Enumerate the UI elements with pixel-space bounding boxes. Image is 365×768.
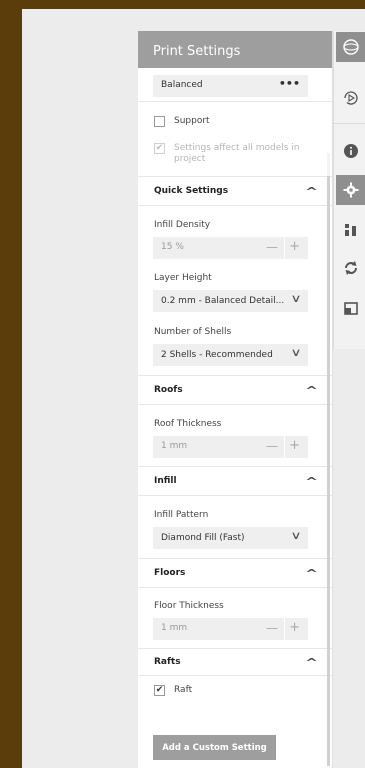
chevron-down-icon: ∨ [290, 346, 302, 359]
chevron-up-icon[interactable]: ^ [305, 567, 318, 580]
preset-row: Balanced ••• [138, 68, 332, 102]
gear-icon[interactable] [336, 175, 365, 205]
layer-height-label: Layer Height [154, 273, 212, 283]
section-title: Infill [154, 476, 177, 486]
infill-pattern-select[interactable]: Diamond Fill (Fast) ∨ [153, 527, 308, 549]
floor-thickness-label: Floor Thickness [154, 601, 224, 611]
info-icon[interactable] [336, 136, 365, 166]
raft-checkbox-row[interactable]: ✔ Raft [138, 685, 332, 696]
app-window: Print Settings Balanced ••• Support ✔ Se… [22, 9, 365, 768]
stepper-divider [284, 618, 285, 640]
stepper-divider [284, 237, 285, 259]
affect-all-checkbox: ✔ [154, 143, 165, 154]
minus-icon[interactable]: — [266, 621, 278, 635]
shells-value: 2 Shells - Recommended [161, 350, 273, 360]
roof-thickness-label: Roof Thickness [154, 419, 222, 429]
toolbar-divider [334, 123, 365, 124]
chevron-down-icon: ∨ [290, 529, 302, 542]
raft-label: Raft [174, 685, 193, 695]
section-rafts[interactable]: Rafts ^ [138, 648, 332, 676]
add-custom-setting-button[interactable]: Add a Custom Setting [153, 735, 276, 760]
layer-height-select[interactable]: 0.2 mm - Balanced Detail... ∨ [153, 290, 308, 312]
infill-density-stepper[interactable]: 15 % — + [153, 237, 308, 259]
globe-icon[interactable] [336, 32, 365, 62]
floor-thickness-value[interactable]: 1 mm [161, 623, 187, 633]
scale-icon[interactable] [336, 293, 365, 323]
affect-all-label: Settings affect all models in project [174, 143, 300, 165]
infill-density-label: Infill Density [154, 220, 211, 230]
layers-icon[interactable] [336, 215, 365, 245]
more-icon[interactable]: ••• [279, 77, 300, 90]
preset-dropdown[interactable]: Balanced ••• [153, 75, 308, 97]
affect-all-checkbox-row: ✔ Settings affect all models in project [138, 143, 332, 165]
chevron-up-icon[interactable]: ^ [305, 185, 318, 198]
preset-label: Balanced [161, 80, 203, 90]
support-checkbox[interactable] [154, 116, 165, 127]
minus-icon[interactable]: — [266, 439, 278, 453]
plus-icon[interactable]: + [289, 239, 300, 254]
section-infill[interactable]: Infill ^ [138, 466, 332, 496]
infill-density-value[interactable]: 15 % [161, 242, 184, 252]
section-quick-settings[interactable]: Quick Settings ^ [138, 176, 332, 206]
section-roofs[interactable]: Roofs ^ [138, 375, 332, 405]
roof-thickness-value[interactable]: 1 mm [161, 441, 187, 451]
chevron-up-icon[interactable]: ^ [305, 656, 318, 669]
section-title: Quick Settings [154, 186, 229, 196]
raft-checkbox[interactable]: ✔ [154, 685, 165, 696]
section-title: Roofs [154, 385, 183, 395]
plus-icon[interactable]: + [289, 438, 300, 453]
infill-pattern-value: Diamond Fill (Fast) [161, 533, 245, 543]
scrollbar-thumb[interactable] [327, 176, 330, 766]
section-floors[interactable]: Floors ^ [138, 558, 332, 588]
affect-all-label-line1: Settings affect all models in [174, 143, 300, 153]
support-label: Support [174, 116, 210, 126]
stepper-divider [284, 436, 285, 458]
chevron-down-icon: ∨ [290, 292, 302, 305]
section-title: Rafts [154, 657, 181, 667]
rotate-icon[interactable] [336, 253, 365, 283]
infill-pattern-label: Infill Pattern [154, 510, 209, 520]
section-title: Floors [154, 568, 186, 578]
floor-thickness-stepper[interactable]: 1 mm — + [153, 618, 308, 640]
support-checkbox-row[interactable]: Support [138, 116, 332, 127]
shells-select[interactable]: 2 Shells - Recommended ∨ [153, 344, 308, 366]
plus-icon[interactable]: + [289, 620, 300, 635]
chevron-up-icon[interactable]: ^ [305, 475, 318, 488]
roof-thickness-stepper[interactable]: 1 mm — + [153, 436, 308, 458]
minus-icon[interactable]: — [266, 240, 278, 254]
shells-label: Number of Shells [154, 327, 232, 337]
panel-title: Print Settings [138, 31, 332, 68]
clock-play-icon[interactable] [336, 83, 365, 113]
print-settings-panel: Print Settings Balanced ••• Support ✔ Se… [138, 31, 333, 768]
right-toolbar [333, 31, 365, 349]
affect-all-label-line2: project [174, 154, 206, 164]
layer-height-value: 0.2 mm - Balanced Detail... [161, 296, 285, 306]
chevron-up-icon[interactable]: ^ [305, 384, 318, 397]
